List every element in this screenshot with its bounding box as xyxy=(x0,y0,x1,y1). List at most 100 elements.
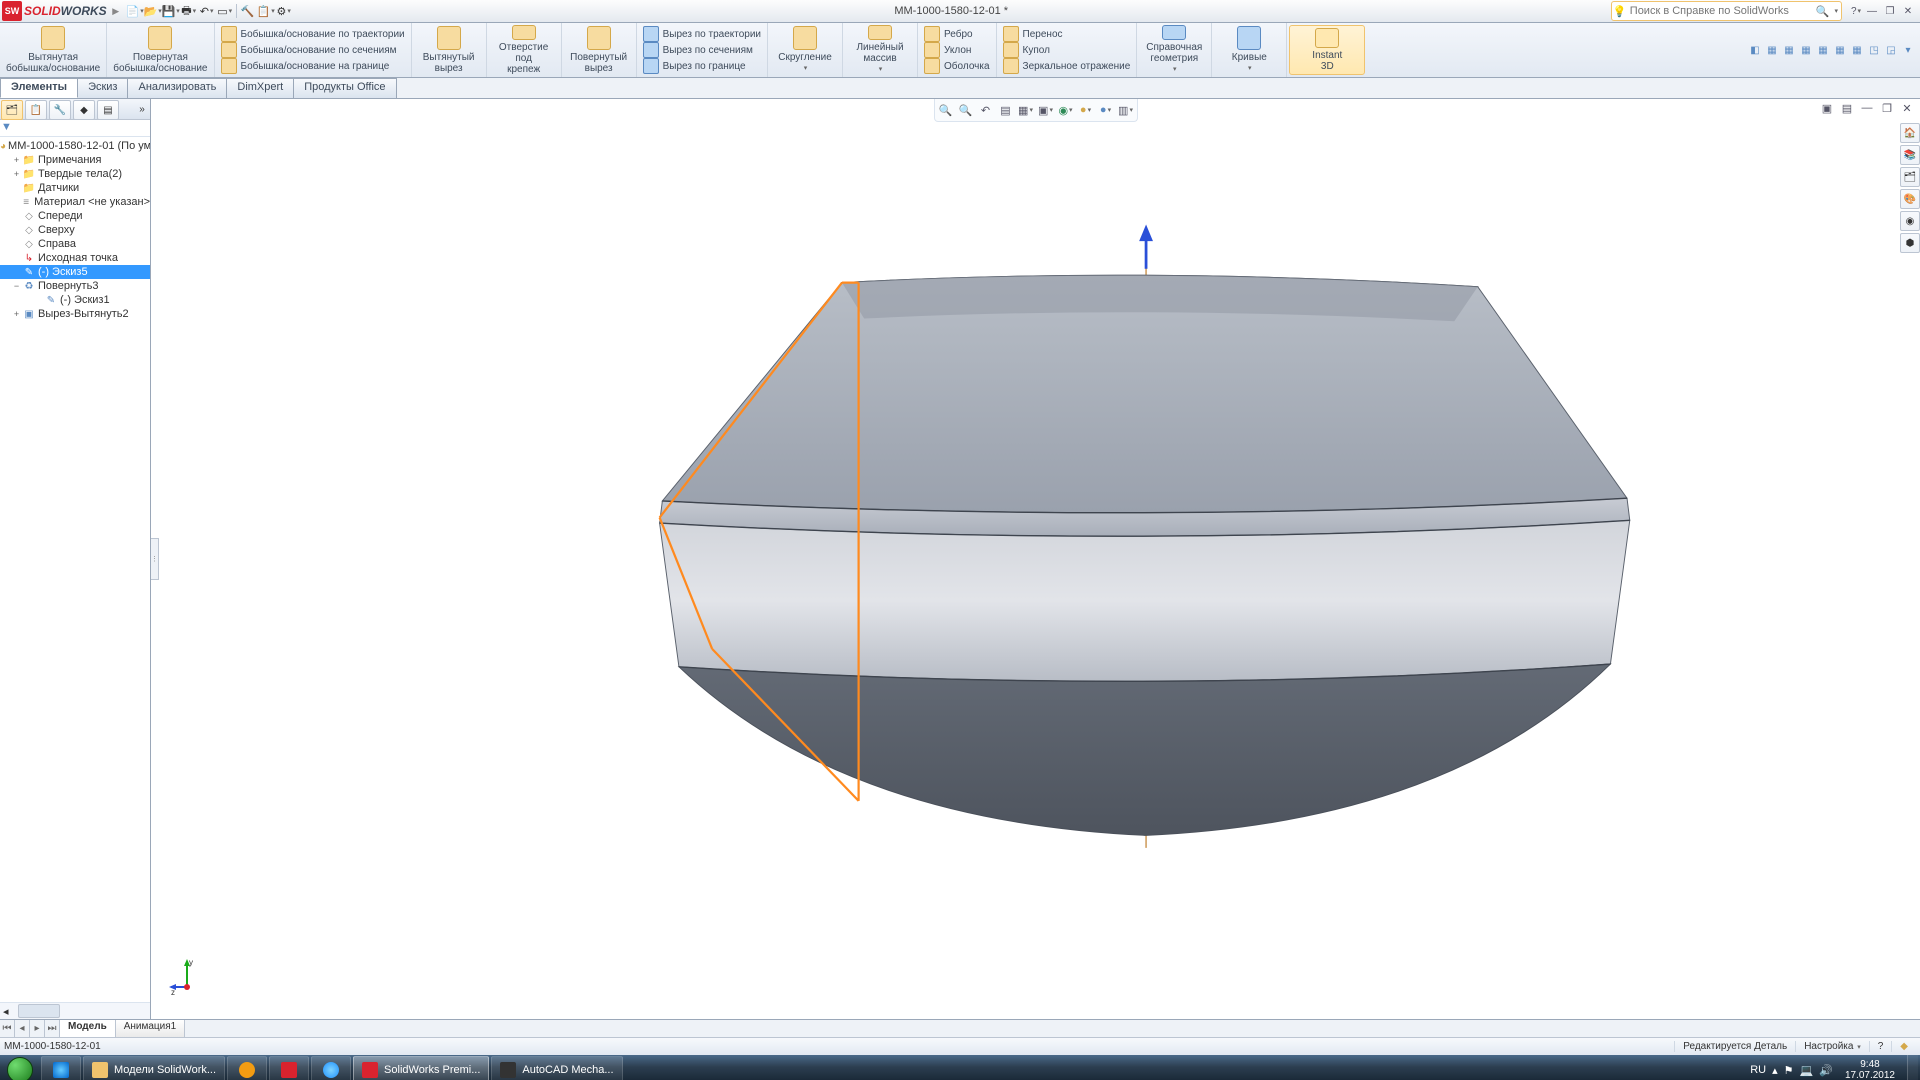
lofted-boss-button[interactable]: Бобышка/основание по сечениям xyxy=(221,42,397,58)
print-button[interactable]: 🖶▾ xyxy=(181,3,197,19)
panel-tab-property[interactable]: 📋 xyxy=(25,100,47,120)
tree-revolve3[interactable]: −♻Повернуть3 xyxy=(0,279,150,293)
sidebar-collapse-handle[interactable]: ⋮ xyxy=(151,538,159,580)
menu-arrow[interactable]: ▶ xyxy=(111,6,121,17)
view-front-icon[interactable]: ▦ xyxy=(1764,42,1780,58)
view-left-icon[interactable]: ▦ xyxy=(1798,42,1814,58)
new-button[interactable]: 📄▾ xyxy=(127,3,143,19)
zoom-fit-icon[interactable]: 🔍 xyxy=(937,101,955,119)
tray-network-icon[interactable]: 💻 xyxy=(1800,1064,1814,1077)
taskpane-palette-icon[interactable]: 🎨 xyxy=(1900,189,1920,209)
prev-view-icon[interactable]: ↶ xyxy=(977,101,995,119)
display-style-icon[interactable]: ▣▾ xyxy=(1037,101,1055,119)
mdi-split-icon[interactable]: ▤ xyxy=(1838,99,1856,117)
scene-icon[interactable]: ●▾ xyxy=(1097,101,1115,119)
bottom-tab-motion[interactable]: Анимация1 xyxy=(116,1020,186,1037)
tree-plane-front[interactable]: ◇Спереди xyxy=(0,209,150,223)
mdi-restore-icon[interactable]: ❐ xyxy=(1878,99,1896,117)
swept-boss-button[interactable]: Бобышка/основание по траектории xyxy=(221,26,405,42)
appearance-icon[interactable]: ●▾ xyxy=(1077,101,1095,119)
panel-tab-feature-tree[interactable]: 🗂 xyxy=(1,100,23,120)
tree-root[interactable]: ◕ММ-1000-1580-12-01 (По умол xyxy=(0,139,150,153)
bottom-tab-model[interactable]: Модель xyxy=(60,1020,116,1037)
view-normal-icon[interactable]: ◲ xyxy=(1883,42,1899,58)
view-right-icon[interactable]: ▦ xyxy=(1815,42,1831,58)
tab-evaluate[interactable]: Анализировать xyxy=(127,78,227,98)
undo-button[interactable]: ↶▾ xyxy=(199,3,215,19)
shell-button[interactable]: Оболочка xyxy=(924,58,990,74)
mdi-min-icon[interactable]: — xyxy=(1858,99,1876,117)
tree-origin[interactable]: ↳Исходная точка xyxy=(0,251,150,265)
help-search-input[interactable] xyxy=(1628,4,1812,18)
status-custom-button[interactable]: Настройка ▾ xyxy=(1795,1041,1869,1052)
taskpane-appearance-icon[interactable]: ◉ xyxy=(1900,211,1920,231)
tab-nav-first[interactable]: ⏮ xyxy=(0,1020,15,1037)
tray-sound-icon[interactable]: 🔊 xyxy=(1819,1064,1833,1077)
fillet-button[interactable]: Скругление▾ xyxy=(768,23,843,77)
taskpane-library-icon[interactable]: 📚 xyxy=(1900,145,1920,165)
tree-plane-right[interactable]: ◇Справа xyxy=(0,237,150,251)
linear-pattern-button[interactable]: Линейныймассив▾ xyxy=(843,23,918,77)
search-icon[interactable]: 🔍 xyxy=(1812,5,1834,18)
minimize-button[interactable]: — xyxy=(1864,4,1880,18)
tree-sketch5[interactable]: ✎(-) Эскиз5 xyxy=(0,265,150,279)
tab-dimxpert[interactable]: DimXpert xyxy=(226,78,294,98)
mdi-layout-icon[interactable]: ▣ xyxy=(1818,99,1836,117)
search-dropdown[interactable]: ▾ xyxy=(1834,7,1841,15)
view-top-icon[interactable]: ▦ xyxy=(1832,42,1848,58)
tree-annotations[interactable]: +📁Примечания xyxy=(0,153,150,167)
taskbar-solidworks[interactable]: SolidWorks Premi... xyxy=(353,1056,489,1080)
taskbar-explorer[interactable]: Модели SolidWork... xyxy=(83,1056,225,1080)
tray-lang[interactable]: RU xyxy=(1750,1064,1766,1076)
tree-cut-extrude2[interactable]: +▣Вырез-Вытянуть2 xyxy=(0,307,150,321)
hole-wizard-button[interactable]: Отверстиеподкрепеж xyxy=(487,23,562,77)
instant3d-button[interactable]: Instant3D xyxy=(1289,25,1365,75)
rebuild-button[interactable]: 🔨 xyxy=(240,3,256,19)
draft-button[interactable]: Уклон xyxy=(924,42,971,58)
tab-nav-last[interactable]: ⏭ xyxy=(45,1020,60,1037)
restore-button[interactable]: ❐ xyxy=(1882,4,1898,18)
panel-tab-dim[interactable]: ◆ xyxy=(73,100,95,120)
tray-up-icon[interactable]: ▴ xyxy=(1772,1064,1778,1077)
tab-nav-prev[interactable]: ◂ xyxy=(15,1020,30,1037)
revolved-cut-button[interactable]: Повернутыйвырез xyxy=(562,23,637,77)
taskpane-resources-icon[interactable]: 🏠 xyxy=(1900,123,1920,143)
tree-filter-bar[interactable]: ▼ xyxy=(0,120,150,137)
view-settings-icon[interactable]: ▥▾ xyxy=(1117,101,1135,119)
view-cube-icon[interactable]: ◧ xyxy=(1747,42,1763,58)
view-iso-icon[interactable]: ◳ xyxy=(1866,42,1882,58)
extruded-boss-button[interactable]: Вытянутаябобышка/основание xyxy=(0,23,107,77)
status-help-icon[interactable]: ? xyxy=(1869,1041,1892,1052)
curves-button[interactable]: Кривые▾ xyxy=(1212,23,1287,77)
tree-sketch1[interactable]: ✎(-) Эскиз1 xyxy=(0,293,150,307)
tab-sketch[interactable]: Эскиз xyxy=(77,78,128,98)
boundary-cut-button[interactable]: Вырез по границе xyxy=(643,58,746,74)
tab-office[interactable]: Продукты Office xyxy=(293,78,396,98)
taskpane-explorer-icon[interactable]: 🗂 xyxy=(1900,167,1920,187)
view-bottom-icon[interactable]: ▦ xyxy=(1849,42,1865,58)
taskbar-ie[interactable] xyxy=(41,1056,81,1080)
help-button[interactable]: ?▾ xyxy=(1848,4,1864,18)
section-view-icon[interactable]: ▤ xyxy=(997,101,1015,119)
swept-cut-button[interactable]: Вырез по траектории xyxy=(643,26,761,42)
options-split-button[interactable]: 📋▾ xyxy=(258,3,274,19)
boundary-boss-button[interactable]: Бобышка/основание на границе xyxy=(221,58,390,74)
extruded-cut-button[interactable]: Вытянутыйвырез xyxy=(412,23,487,77)
panel-tab-display[interactable]: ▤ xyxy=(97,100,119,120)
taskbar-mediaplayer[interactable] xyxy=(227,1056,267,1080)
wrap-button[interactable]: Перенос xyxy=(1003,26,1063,42)
taskpane-custom-icon[interactable]: ⬢ xyxy=(1900,233,1920,253)
funnel-icon[interactable]: ▼ xyxy=(1,121,13,133)
zoom-area-icon[interactable]: 🔍 xyxy=(957,101,975,119)
hide-show-icon[interactable]: ◉▾ xyxy=(1057,101,1075,119)
lofted-cut-button[interactable]: Вырез по сечениям xyxy=(643,42,753,58)
options-button[interactable]: ⚙▾ xyxy=(276,3,292,19)
panel-expand-icon[interactable]: » xyxy=(135,100,149,118)
rib-button[interactable]: Ребро xyxy=(924,26,973,42)
reference-geometry-button[interactable]: Справочнаягеометрия▾ xyxy=(1137,23,1212,77)
panel-tab-config[interactable]: 🔧 xyxy=(49,100,71,120)
taskbar-sw-launcher[interactable] xyxy=(269,1056,309,1080)
show-desktop-button[interactable] xyxy=(1907,1055,1918,1080)
help-search[interactable]: 💡 🔍 ▾ xyxy=(1611,1,1842,21)
tree-sensors[interactable]: 📁Датчики xyxy=(0,181,150,195)
